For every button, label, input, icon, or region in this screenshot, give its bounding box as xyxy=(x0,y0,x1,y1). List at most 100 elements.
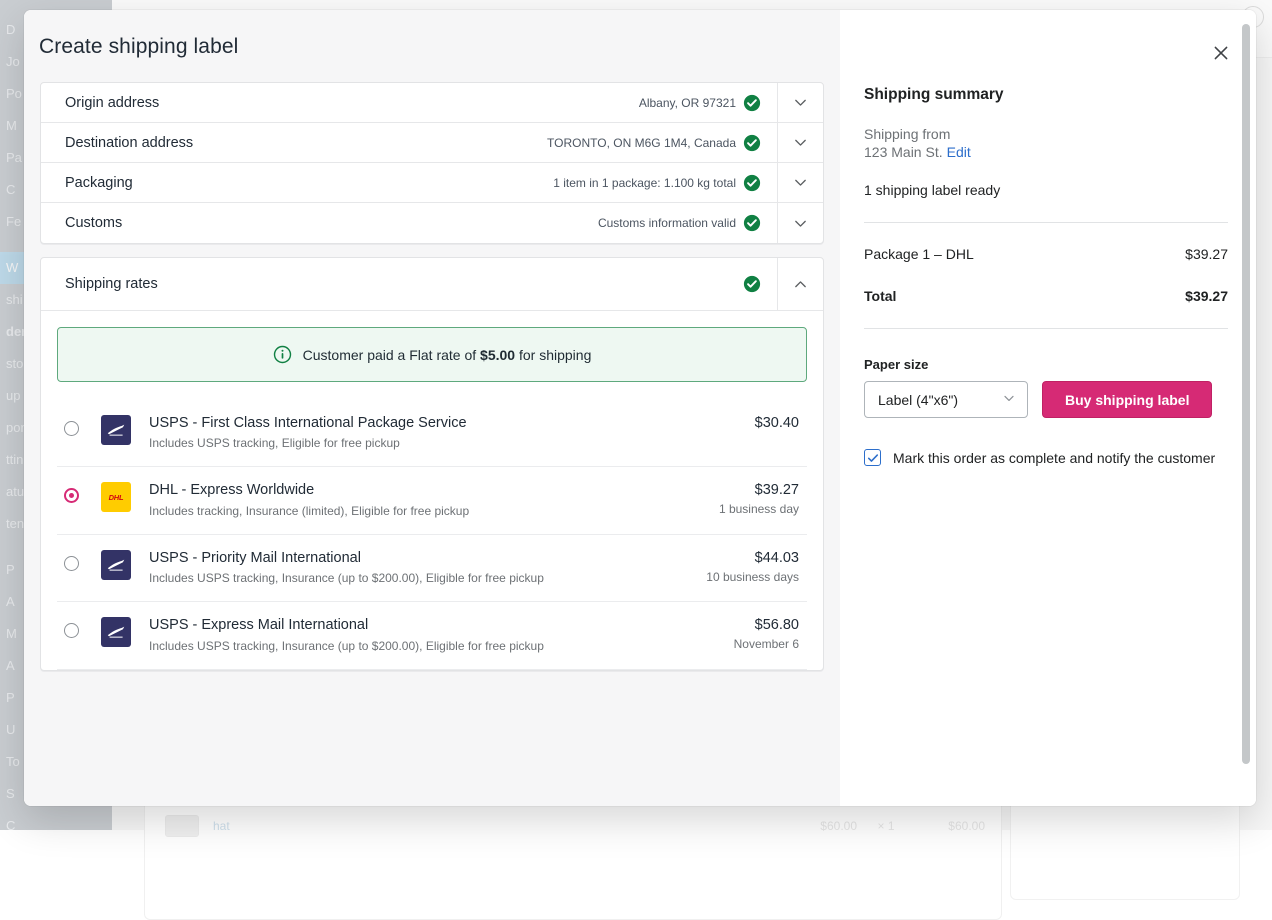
rate-subtitle: Includes USPS tracking, Insurance (up to… xyxy=(149,571,706,585)
shipping-from-address-row: 123 Main St.Edit xyxy=(864,144,1228,160)
shipping-rates-label: Shipping rates xyxy=(41,276,158,292)
chevron-down-icon[interactable] xyxy=(777,83,823,122)
shipping-rate-option[interactable]: DHL DHL - Express Worldwide Includes track… xyxy=(57,467,807,534)
close-icon[interactable] xyxy=(1210,42,1232,64)
package-label: Package 1 – DHL xyxy=(864,246,974,262)
info-circle-icon xyxy=(273,345,292,364)
product-quantity: × 1 xyxy=(857,819,915,833)
rate-title: USPS - Express Mail International xyxy=(149,617,734,634)
accordion-label: Packaging xyxy=(41,175,133,191)
collapsed-sections-card: Origin address Albany, OR 97321 Destinatio… xyxy=(40,82,824,244)
rate-text-block: USPS - Priority Mail International Includ… xyxy=(149,550,706,585)
banner-text-after: for shipping xyxy=(515,347,591,363)
paper-size-select[interactable]: Label (4"x6") xyxy=(864,381,1028,418)
accordion-label: Origin address xyxy=(41,95,159,111)
rate-radio-button[interactable] xyxy=(64,556,79,571)
product-line-total: $60.00 xyxy=(915,819,985,833)
shipping-rate-option[interactable]: USPS - Priority Mail International Includ… xyxy=(57,535,807,602)
total-row: Total $39.27 xyxy=(864,288,1228,304)
package-summary-row: Package 1 – DHL $39.27 xyxy=(864,246,1228,262)
rate-subtitle: Includes tracking, Insurance (limited), … xyxy=(149,504,719,518)
rate-eta: 1 business day xyxy=(719,502,799,516)
shipping-rate-option[interactable]: USPS - First Class International Package… xyxy=(57,400,807,467)
chevron-up-icon[interactable] xyxy=(777,258,823,310)
shipping-rates-body: Customer paid a Flat rate of $5.00 for s… xyxy=(41,311,823,670)
accordion-label: Customs xyxy=(41,215,122,231)
rate-text-block: DHL - Express Worldwide Includes tracking… xyxy=(149,482,719,517)
usps-logo-icon xyxy=(101,550,131,580)
rate-subtitle: Includes USPS tracking, Insurance (up to… xyxy=(149,639,734,653)
modal-scrollbar-track[interactable] xyxy=(1242,24,1250,806)
total-price: $39.27 xyxy=(1185,288,1228,304)
chevron-down-icon[interactable] xyxy=(777,123,823,162)
background-sidebar-item: C xyxy=(0,810,112,830)
accordion-value: 1 item in 1 package: 1.100 kg total xyxy=(553,176,743,190)
banner-text: Customer paid a Flat rate of $5.00 for s… xyxy=(303,347,592,363)
paper-size-label: Paper size xyxy=(864,357,1228,372)
package-price: $39.27 xyxy=(1185,246,1228,262)
usps-logo-icon xyxy=(101,617,131,647)
banner-text-before: Customer paid a Flat rate of xyxy=(303,347,480,363)
mark-complete-checkbox[interactable] xyxy=(864,449,881,466)
rate-radio-button[interactable] xyxy=(64,623,79,638)
rate-text-block: USPS - Express Mail International Include… xyxy=(149,617,734,652)
buy-shipping-label-button[interactable]: Buy shipping label xyxy=(1042,381,1212,418)
check-circle-icon xyxy=(743,275,761,293)
chevron-down-icon[interactable] xyxy=(777,203,823,243)
rate-price: $56.80 xyxy=(734,617,799,633)
rate-price-block: $44.03 10 business days xyxy=(706,550,807,584)
shipping-rates-card: Shipping rates Customer paid a Flat rate… xyxy=(40,257,824,671)
rate-price: $44.03 xyxy=(706,550,799,566)
chevron-down-icon xyxy=(1001,390,1017,409)
rate-price-block: $56.80 November 6 xyxy=(734,617,807,651)
rate-eta: November 6 xyxy=(734,637,799,651)
accordion-row[interactable]: CustomsCustoms information valid xyxy=(41,203,823,243)
chevron-down-icon[interactable] xyxy=(777,163,823,202)
rate-radio-button[interactable] xyxy=(64,421,79,436)
rate-title: USPS - Priority Mail International xyxy=(149,550,706,567)
check-circle-icon xyxy=(743,94,761,112)
shipping-rates-header[interactable]: Shipping rates xyxy=(41,258,823,311)
rate-eta: 10 business days xyxy=(706,570,799,584)
background-order-card: hat $60.00 × 1 $60.00 xyxy=(144,800,1002,920)
rate-price-block: $39.27 1 business day xyxy=(719,482,807,516)
dhl-logo-icon: DHL xyxy=(101,482,131,512)
rate-price: $30.40 xyxy=(755,415,799,431)
flat-rate-banner: Customer paid a Flat rate of $5.00 for s… xyxy=(57,327,807,382)
rate-title: DHL - Express Worldwide xyxy=(149,482,719,499)
modal-scrollbar-thumb[interactable] xyxy=(1242,24,1250,764)
rate-radio-button[interactable] xyxy=(64,488,79,503)
edit-address-link[interactable]: Edit xyxy=(947,144,971,160)
mark-complete-label: Mark this order as complete and notify t… xyxy=(893,450,1215,466)
summary-divider-2 xyxy=(864,328,1228,329)
shipping-from-label: Shipping from xyxy=(864,126,1228,142)
accordion-row[interactable]: Origin address Albany, OR 97321 xyxy=(41,83,823,123)
accordion-row[interactable]: Destination addressTORONTO, ON M6G 1M4, … xyxy=(41,123,823,163)
paper-size-value: Label (4"x6") xyxy=(878,392,958,408)
check-circle-icon xyxy=(743,214,761,232)
shipping-summary-pane: Shipping summary Shipping from 123 Main … xyxy=(840,10,1256,806)
check-circle-icon xyxy=(743,174,761,192)
rate-price: $39.27 xyxy=(719,482,799,498)
accordion-value: TORONTO, ON M6G 1M4, Canada xyxy=(547,136,743,150)
shipping-from-address: 123 Main St. xyxy=(864,144,943,160)
product-name: hat xyxy=(213,819,230,833)
summary-title: Shipping summary xyxy=(864,86,1228,104)
accordion-row[interactable]: Packaging 1 item in 1 package: 1.100 kg t… xyxy=(41,163,823,203)
product-thumbnail xyxy=(165,815,199,837)
banner-amount: $5.00 xyxy=(480,347,515,363)
labels-ready-status: 1 shipping label ready xyxy=(864,182,1228,198)
shipping-rate-option[interactable]: USPS - Express Mail International Include… xyxy=(57,602,807,669)
rate-text-block: USPS - First Class International Package… xyxy=(149,415,755,450)
accordion-value: Albany, OR 97321 xyxy=(639,96,743,110)
background-order-line-item: hat $60.00 × 1 $60.00 xyxy=(165,815,985,837)
modal-left-pane: Create shipping label Origin addressAlba… xyxy=(24,10,840,806)
sections-wrapper: Origin address Albany, OR 97321 Destinatio… xyxy=(24,59,840,671)
summary-divider xyxy=(864,222,1228,223)
check-circle-icon xyxy=(743,134,761,152)
total-label: Total xyxy=(864,288,896,304)
rate-subtitle: Includes USPS tracking, Eligible for fre… xyxy=(149,436,755,450)
rate-title: USPS - First Class International Package… xyxy=(149,415,755,432)
product-price: $60.00 xyxy=(820,819,857,833)
rate-price-block: $30.40 xyxy=(755,415,807,435)
